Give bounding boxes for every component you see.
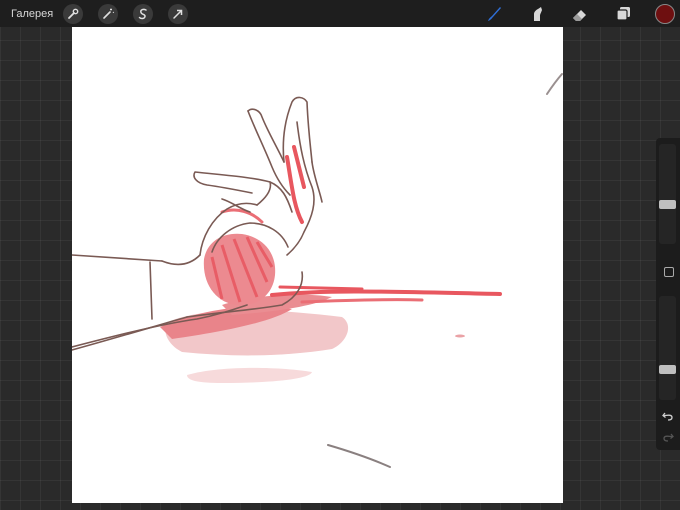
brush-sidebar <box>656 138 680 450</box>
layers-icon <box>616 6 630 21</box>
adjustments-button[interactable] <box>98 3 119 24</box>
selection-button[interactable] <box>133 3 154 24</box>
wrench-icon <box>68 8 79 19</box>
eraser-tool-button[interactable] <box>569 3 591 25</box>
right-tool-group <box>483 0 680 27</box>
brush-size-slider[interactable] <box>659 144 676 244</box>
smudge-tool-button[interactable] <box>526 3 548 25</box>
brush-size-thumb[interactable] <box>659 200 676 209</box>
gallery-button[interactable]: Галерея <box>11 8 53 20</box>
redo-icon[interactable] <box>661 429 675 443</box>
eraser-icon <box>573 9 586 21</box>
layers-button[interactable] <box>612 3 634 25</box>
artwork <box>72 96 502 468</box>
top-toolbar: Галерея <box>0 0 680 27</box>
brush-tool-button[interactable] <box>483 3 505 25</box>
actions-button[interactable] <box>63 3 84 24</box>
transform-button[interactable] <box>168 3 189 24</box>
magic-wand-icon <box>103 8 115 19</box>
undo-icon[interactable] <box>661 408 675 422</box>
smudge-icon <box>534 6 542 21</box>
transform-arrow-icon <box>173 9 183 19</box>
drawing-canvas[interactable] <box>72 27 563 503</box>
opacity-slider[interactable] <box>659 296 676 400</box>
opacity-thumb[interactable] <box>659 365 676 374</box>
brush-icon <box>488 6 501 21</box>
modify-button[interactable] <box>664 267 674 277</box>
color-picker-button[interactable] <box>655 3 675 24</box>
offcanvas-stroke <box>546 73 563 95</box>
selection-icon <box>138 8 147 19</box>
